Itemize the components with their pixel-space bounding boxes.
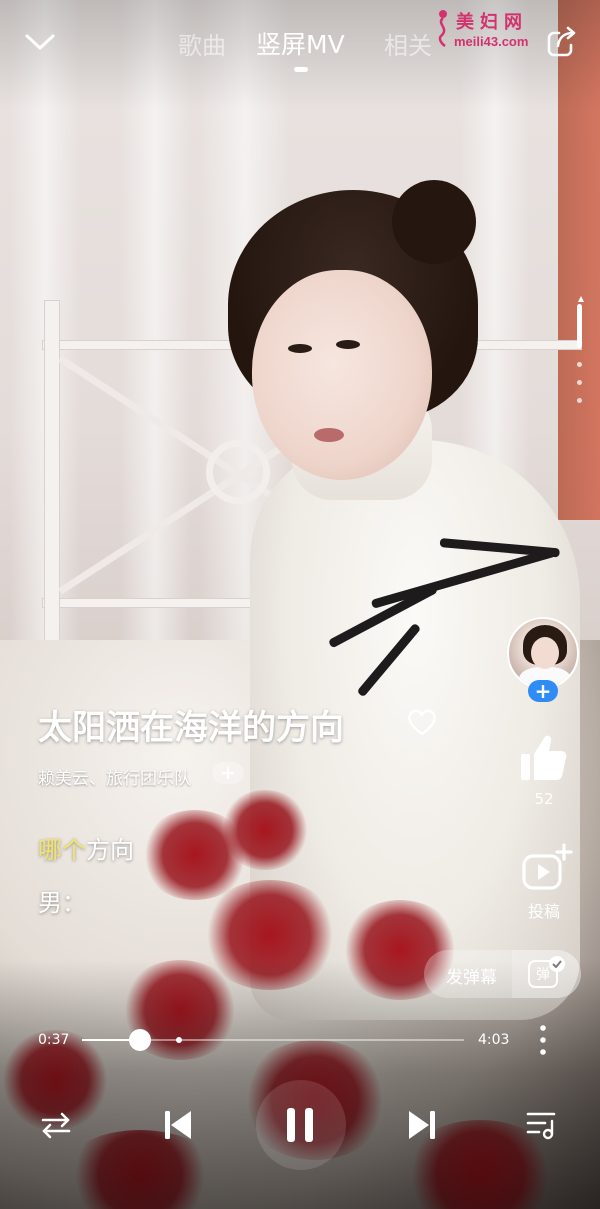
lyric-next-line: 男： (38, 889, 86, 917)
scroll-dot (577, 362, 582, 367)
play-mode-button[interactable] (36, 1100, 76, 1150)
follow-artist-button[interactable]: + (212, 762, 244, 784)
loop-icon (41, 1112, 71, 1139)
playlist-icon (526, 1112, 556, 1140)
previous-icon (165, 1111, 191, 1139)
bed-post (44, 300, 60, 660)
more-options-button[interactable] (532, 1022, 554, 1058)
share-button[interactable] (545, 25, 579, 59)
chevron-down-icon (25, 34, 55, 50)
lyric-remaining-text: 方向 (86, 836, 134, 864)
song-title[interactable]: 太阳洒在海洋的方向 (38, 700, 344, 749)
tab-indicator (294, 67, 308, 72)
check-icon (549, 956, 565, 972)
mv-video-frame (0, 0, 600, 1209)
scroll-dot (577, 398, 582, 403)
watermark-logo-icon (438, 10, 447, 48)
like-button[interactable] (518, 732, 568, 784)
next-icon (409, 1111, 435, 1139)
bed-frame (206, 440, 270, 504)
person-mouth (314, 428, 344, 442)
scroll-up-indicator (578, 296, 584, 302)
pause-button[interactable] (270, 1100, 330, 1150)
collapse-button[interactable] (20, 24, 60, 60)
previous-button[interactable] (156, 1100, 200, 1150)
more-vertical-icon (540, 1025, 546, 1055)
danmaku-bar: 发弹幕 弹 (424, 950, 581, 998)
artist-names[interactable]: 赖美云、旅行团乐队 (38, 764, 191, 789)
total-time: 4:03 (478, 1032, 510, 1048)
share-icon (547, 26, 576, 57)
avatar-figure (531, 637, 559, 669)
like-count: 52 (534, 790, 554, 808)
red-flower (220, 790, 310, 870)
scroll-dot (577, 380, 582, 385)
person-face (252, 270, 432, 480)
danmaku-toggle-label: 弹 (536, 967, 550, 983)
video-plus-icon (522, 843, 573, 890)
watermark-url: meili43.com (454, 34, 529, 49)
page-scroll-indicator[interactable] (573, 296, 587, 416)
progress-bar[interactable] (82, 1029, 464, 1051)
lyric-highlighted-text: 哪个 (38, 836, 86, 864)
buffer-marker (175, 1037, 182, 1043)
pause-icon (287, 1108, 313, 1142)
tab-related[interactable]: 相关 (376, 26, 440, 61)
person-eye (336, 340, 360, 349)
header: 歌曲 竖屏MV 相关 美妇网 meili43.com (0, 0, 600, 84)
checkmark-glyph (552, 960, 562, 968)
person-eye (288, 344, 312, 353)
tab-vertical-mv[interactable]: 竖屏MV (248, 25, 353, 61)
submit-label: 投稿 (527, 902, 560, 921)
tab-bar: 歌曲 竖屏MV 相关 (160, 22, 460, 62)
next-button[interactable] (400, 1100, 444, 1150)
favorite-button[interactable] (406, 707, 438, 737)
playlist-button[interactable] (522, 1100, 562, 1150)
lyric-current-line: 哪个方向 (38, 830, 134, 865)
submit-video-button[interactable] (520, 842, 576, 892)
follow-uploader-button[interactable]: + (528, 680, 558, 702)
person-hair-bun (392, 180, 476, 264)
tab-song[interactable]: 歌曲 (170, 26, 234, 61)
current-time: 0:37 (38, 1032, 70, 1048)
scroll-thumb (577, 304, 582, 348)
thumbs-up-icon (521, 735, 567, 780)
send-danmaku-button[interactable]: 发弹幕 (446, 963, 497, 988)
watermark-title: 美妇网 (456, 12, 528, 33)
watermark: 美妇网 meili43.com (432, 6, 550, 54)
danmaku-toggle[interactable]: 弹 (512, 950, 581, 998)
heart-icon (408, 709, 436, 736)
progress-thumb[interactable] (129, 1029, 152, 1051)
